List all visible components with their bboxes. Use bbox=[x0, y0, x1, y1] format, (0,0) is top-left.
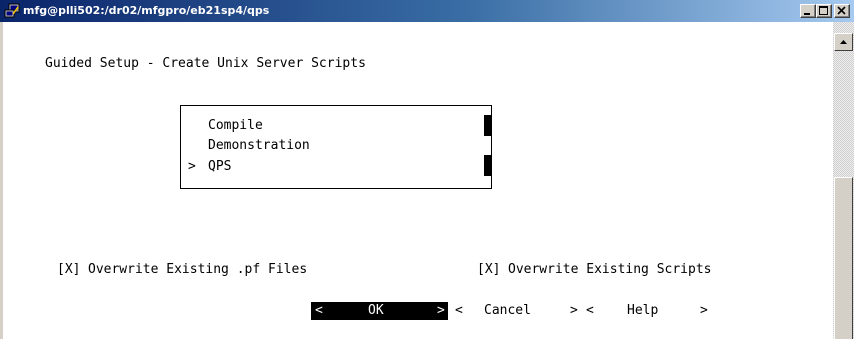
list-scroll-marker-bottom bbox=[484, 155, 492, 176]
maximize-button[interactable] bbox=[816, 4, 832, 18]
putty-terminal-icon[interactable] bbox=[4, 3, 20, 19]
terminal-window: mfg@plli502:/dr02/mfgpro/eb21sp4/qps Gui… bbox=[0, 0, 854, 339]
selection-marker: > bbox=[188, 159, 196, 174]
overwrite-pf-checkbox[interactable]: [X] bbox=[57, 262, 80, 278]
overwrite-scripts-checkbox[interactable]: [X] bbox=[477, 262, 500, 278]
cancel-button[interactable]: Cancel bbox=[484, 303, 531, 319]
title-bar[interactable]: mfg@plli502:/dr02/mfgpro/eb21sp4/qps bbox=[0, 0, 854, 22]
list-item-selected[interactable]: QPS bbox=[208, 159, 231, 175]
vertical-scrollbar[interactable] bbox=[833, 22, 854, 339]
terminal-screen[interactable]: Guided Setup - Create Unix Server Script… bbox=[3, 22, 833, 339]
scroll-up-button[interactable] bbox=[834, 33, 853, 51]
maximize-icon bbox=[819, 6, 828, 15]
minimize-button[interactable] bbox=[800, 4, 816, 18]
arrow-up-icon bbox=[840, 40, 847, 44]
scroll-thumb[interactable] bbox=[834, 177, 853, 339]
ok-button-open: < bbox=[315, 303, 323, 318]
ok-button[interactable]: < OK > bbox=[311, 302, 448, 320]
window-title: mfg@plli502:/dr02/mfgpro/eb21sp4/qps bbox=[23, 4, 270, 17]
screen-heading: Guided Setup - Create Unix Server Script… bbox=[45, 56, 366, 71]
minimize-icon bbox=[804, 13, 810, 15]
close-icon bbox=[837, 6, 846, 15]
help-button[interactable]: Help bbox=[627, 303, 658, 319]
ok-button-label: OK bbox=[368, 303, 384, 318]
cancel-button-open[interactable]: < bbox=[455, 303, 463, 319]
ok-button-close: > bbox=[437, 303, 445, 318]
list-item[interactable]: Compile bbox=[208, 118, 263, 134]
overwrite-pf-label: Overwrite Existing .pf Files bbox=[88, 262, 308, 277]
help-button-close[interactable]: > bbox=[700, 303, 708, 319]
help-button-open[interactable]: < bbox=[586, 303, 594, 319]
close-button[interactable] bbox=[834, 4, 850, 18]
overwrite-scripts-label: Overwrite Existing Scripts bbox=[508, 262, 712, 277]
list-scroll-marker-top bbox=[484, 115, 492, 136]
cancel-button-close[interactable]: > bbox=[570, 303, 578, 319]
list-item[interactable]: Demonstration bbox=[208, 138, 310, 154]
